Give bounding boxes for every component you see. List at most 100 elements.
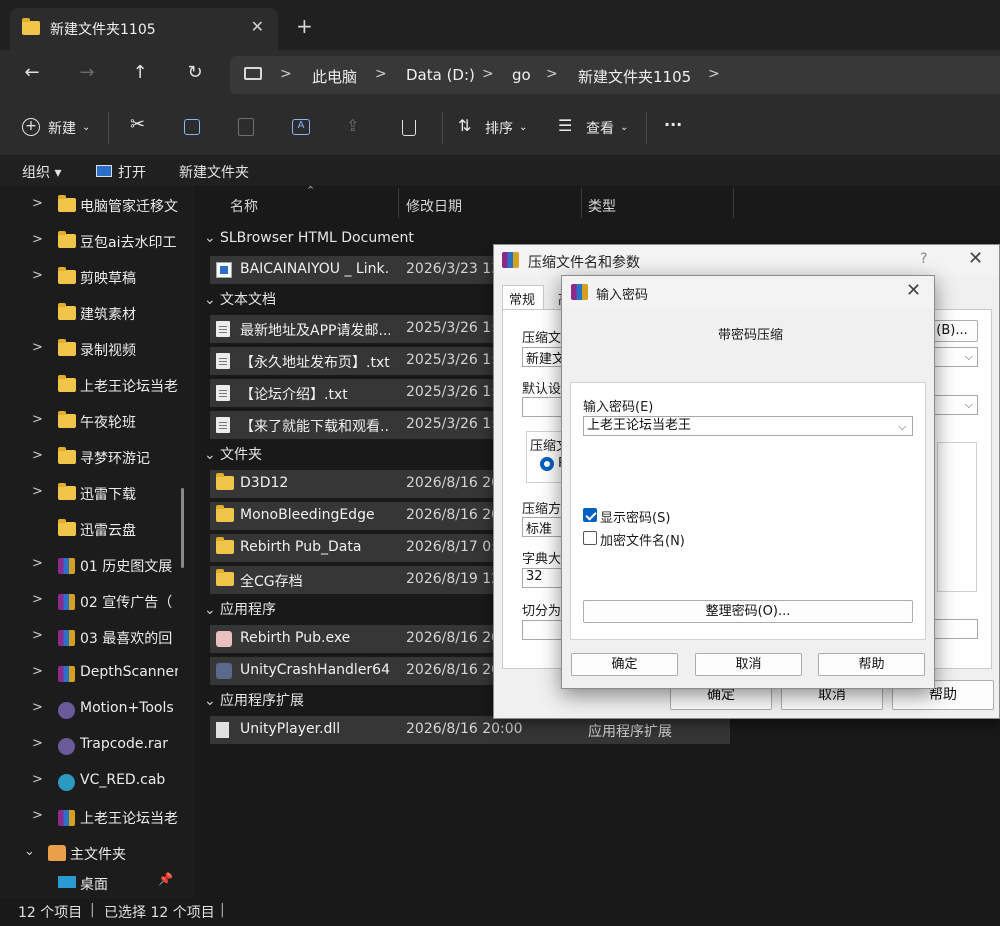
breadcrumb-go[interactable]: go [512,66,531,84]
sidebar-item[interactable]: > 上老王论坛当老 [0,802,194,834]
share-icon[interactable]: ⇪ [346,116,359,135]
new-folder-button[interactable]: 新建文件夹 [179,162,249,182]
back-button[interactable]: ← [20,62,44,83]
refresh-button[interactable]: ↻ [183,62,207,83]
sidebar-item[interactable]: > 电脑管家迁移文 [0,190,194,222]
chevron-right-icon[interactable]: > [32,448,43,463]
sidebar-item[interactable]: 迅雷云盘 [0,514,194,546]
encrypt-names-checkbox[interactable] [583,531,597,545]
up-button[interactable]: ↑ [128,62,152,83]
more-options-button[interactable]: ··· [664,115,682,134]
sort-button[interactable]: 排序 [485,118,513,138]
chevron-right-icon[interactable]: > [32,592,43,607]
column-separator[interactable] [398,188,399,218]
chevron-right-icon[interactable]: > [32,412,43,427]
group-header[interactable]: ⌄ 应用程序 [204,599,276,619]
sidebar-item-desktop[interactable]: 桌面 📌 [0,868,194,898]
text-file-icon [216,385,232,401]
chevron-right-icon: > [482,66,494,82]
delete-icon[interactable] [402,120,416,136]
open-button[interactable]: 打开 [118,162,146,182]
sidebar-item[interactable]: > 录制视频 [0,334,194,366]
chevron-right-icon[interactable]: > [32,196,43,211]
chevron-right-icon[interactable]: > [32,556,43,571]
chevron-right-icon[interactable]: > [32,736,43,751]
sidebar-item[interactable]: > 迅雷下载 [0,478,194,510]
new-button[interactable]: 新建 [48,118,76,138]
help-icon[interactable]: ? [920,251,927,267]
group-header[interactable]: ⌄ SLBrowser HTML Document [204,230,414,246]
sidebar-scrollbar[interactable] [181,488,184,568]
group-header[interactable]: ⌄ 文件夹 [204,444,262,464]
chevron-down-icon[interactable]: ⌵ [898,420,906,434]
sidebar-item[interactable]: 建筑素材 [0,298,194,330]
dialog-title-bar[interactable]: 压缩文件名和参数 ? ✕ [494,245,999,275]
dictionary-label: 字典大 [522,552,562,567]
chevron-right-icon[interactable]: > [32,772,43,787]
format-radio[interactable] [540,457,554,471]
tab-current-folder[interactable]: 新建文件夹1105 ✕ [10,8,278,50]
sidebar-item[interactable]: 上老王论坛当老 [0,370,194,402]
new-tab-button[interactable]: + [296,14,313,38]
sidebar-item[interactable]: >03 最喜欢的回 [0,622,194,654]
rename-icon[interactable]: A [292,119,310,135]
folder-icon [58,303,76,322]
sidebar-item[interactable]: > 豆包ai去水印工 [0,226,194,258]
column-separator[interactable] [733,188,734,218]
chevron-right-icon[interactable]: > [32,700,43,715]
file-row[interactable]: UnityPlayer.dll 2026/8/16 20:00 应用程序扩展 [210,716,730,744]
chevron-right-icon[interactable]: > [32,808,43,823]
sidebar-item[interactable]: > Motion+Tools [0,694,194,726]
breadcrumb-this-pc[interactable]: 此电脑 [312,66,357,87]
close-icon[interactable]: ✕ [906,280,921,301]
sidebar-item[interactable]: > DepthScanner [0,658,194,690]
paste-icon[interactable] [238,118,254,136]
folder-icon [58,483,76,502]
group-header[interactable]: ⌄ 应用程序扩展 [204,690,304,710]
chevron-down-icon: ⌄ [204,693,216,709]
forward-button[interactable]: → [75,62,99,83]
file-date: 2026/8/16 20 [406,630,501,646]
sort-ascending-icon: ⌃ [306,184,316,197]
sidebar-item[interactable]: > VC_RED.cab [0,766,194,798]
column-separator[interactable] [581,188,582,218]
sidebar-item[interactable]: >01 历史图文展 [0,550,194,582]
ok-button[interactable]: 确定 [571,653,678,676]
breadcrumb-current-folder[interactable]: 新建文件夹1105 [578,66,691,87]
cut-icon[interactable]: ✂ [130,114,145,135]
sidebar-item[interactable]: > Trapcode.rar [0,730,194,762]
dialog-title-bar[interactable]: 输入密码 ✕ [562,276,934,308]
sidebar-item[interactable]: > 寻梦环游记 [0,442,194,474]
chevron-right-icon[interactable]: > [32,484,43,499]
sidebar-item-label: Trapcode.rar [80,736,169,752]
tab-label: 新建文件夹1105 [50,22,156,38]
chevron-right-icon[interactable]: > [32,340,43,355]
organize-passwords-button[interactable]: 整理密码(O)... [583,600,913,623]
view-button[interactable]: 查看 [586,118,614,138]
column-header-date[interactable]: 修改日期 [406,196,462,216]
copy-icon[interactable] [184,119,200,135]
file-name: Rebirth Pub_Data [240,539,362,555]
show-password-checkbox[interactable] [583,508,597,522]
address-bar[interactable]: > 此电脑 > Data (D:) > go > 新建文件夹1105 > [230,56,1000,94]
sidebar-item-home[interactable]: ⌄ 主文件夹 [0,838,194,870]
help-button[interactable]: 帮助 [818,653,925,676]
chevron-right-icon[interactable]: > [32,628,43,643]
chevron-down-icon[interactable]: ⌄ [24,844,35,859]
sidebar-item[interactable]: >02 宣传广告（ [0,586,194,618]
chevron-right-icon[interactable]: > [32,664,43,679]
group-header[interactable]: ⌄ 文本文档 [204,289,276,309]
cancel-button[interactable]: 取消 [695,653,802,676]
sidebar-item[interactable]: > 剪映草稿 [0,262,194,294]
chevron-right-icon[interactable]: > [32,232,43,247]
file-date: 2025/3/26 1:0 [406,352,505,368]
column-header-type[interactable]: 类型 [588,196,616,216]
organize-menu[interactable]: 组织 ▾ [22,162,61,182]
close-tab-icon[interactable]: ✕ [251,17,264,36]
column-header-name[interactable]: 名称 [230,196,258,216]
password-input[interactable]: 上老王论坛当老王 [583,416,913,436]
close-icon[interactable]: ✕ [968,248,983,269]
sidebar-item[interactable]: > 午夜轮班 [0,406,194,438]
breadcrumb-data-drive[interactable]: Data (D:) [406,66,475,84]
chevron-right-icon[interactable]: > [32,268,43,283]
